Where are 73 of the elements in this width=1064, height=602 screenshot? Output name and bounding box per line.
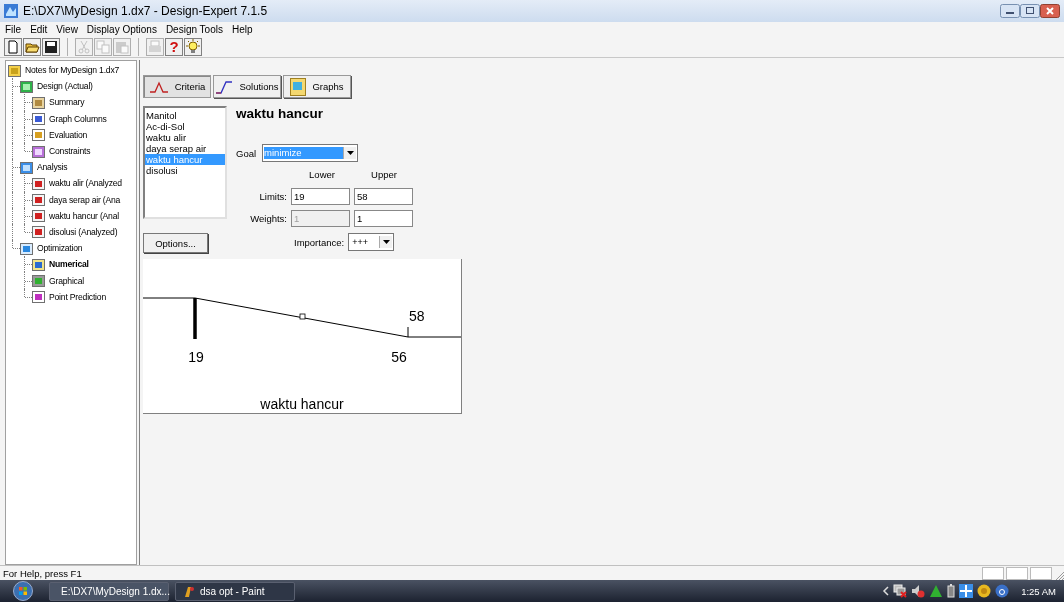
menu-item[interactable]: View xyxy=(56,23,78,35)
help-button[interactable]: ? xyxy=(165,37,183,56)
tab[interactable]: Criteria xyxy=(143,75,211,98)
weights-label: Weights: xyxy=(249,213,287,224)
tree-item[interactable]: Summary xyxy=(48,97,86,108)
importance-dropdown[interactable]: +++ xyxy=(348,233,395,251)
menu-item[interactable]: Help xyxy=(231,23,253,35)
tree-item[interactable]: Graph Columns xyxy=(48,113,108,124)
triangle-icon[interactable] xyxy=(929,584,944,598)
close-icon[interactable] xyxy=(1040,4,1060,18)
new-file-icon[interactable] xyxy=(4,37,22,56)
list-item[interactable]: Ac-di-Sol xyxy=(145,121,225,132)
input-field[interactable]: 1 xyxy=(354,210,413,227)
chevron-icon[interactable] xyxy=(882,586,890,596)
importance-label: Importance: xyxy=(294,236,345,248)
goal-label: Goal xyxy=(236,147,257,159)
list-item[interactable]: daya serap air xyxy=(145,143,225,154)
tree-item[interactable]: Point Prediction xyxy=(48,291,107,302)
column-heading: Upper xyxy=(370,169,398,182)
minimize-icon[interactable] xyxy=(1000,4,1020,18)
lightbulb-icon[interactable] xyxy=(184,37,202,56)
menu-item[interactable]: Edit xyxy=(30,23,48,35)
list-item[interactable]: Manitol xyxy=(145,110,225,121)
tree-item[interactable]: Constraints xyxy=(48,146,92,157)
step-curve-icon xyxy=(215,79,234,94)
circle-icon[interactable] xyxy=(995,584,1010,598)
upper-limit-label: 58 xyxy=(409,308,425,324)
network-icon[interactable] xyxy=(893,584,908,598)
graph-title: waktu hancur xyxy=(260,396,344,412)
clock: 1:25 AM xyxy=(1021,585,1056,597)
tree-item[interactable]: Numerical xyxy=(48,259,90,270)
maximize-icon[interactable] xyxy=(1020,4,1040,18)
taskbar-button[interactable]: dsa opt - Paint xyxy=(175,581,295,601)
menu-item[interactable]: Design Tools xyxy=(165,23,223,35)
open-folder-icon[interactable] xyxy=(23,37,41,56)
value-label: 56 xyxy=(391,349,407,365)
app-icon xyxy=(4,4,18,18)
dropdown-arrow-icon xyxy=(346,151,354,155)
taskbar-button[interactable]: E:\DX7\MyDesign 1.dx... xyxy=(49,581,169,601)
tree-item[interactable]: daya serap air (Ana xyxy=(48,194,122,205)
tree-item[interactable]: Graphical xyxy=(48,275,85,286)
limits-label: Limits: xyxy=(258,191,287,202)
list-item[interactable]: disolusi xyxy=(145,165,225,176)
tree-item[interactable]: Analysis xyxy=(36,162,69,173)
save-icon[interactable] xyxy=(42,37,60,56)
list-item[interactable]: waktu alir xyxy=(145,132,225,143)
peak-curve-icon xyxy=(148,80,169,93)
tree-item[interactable]: waktu alir (Analyzed xyxy=(48,178,123,189)
tab[interactable]: Graphs xyxy=(283,75,351,98)
tree-item[interactable]: Design (Actual) xyxy=(36,81,94,92)
menu-item[interactable]: File xyxy=(5,23,22,35)
dropdown-arrow-icon xyxy=(382,240,390,244)
tree-item[interactable]: Evaluation xyxy=(48,129,89,140)
tree-item[interactable]: Optimization xyxy=(36,243,84,254)
tree-item[interactable]: disolusi (Analyzed) xyxy=(48,226,119,237)
resize-grip-icon[interactable] xyxy=(1054,569,1064,580)
status-text: For Help, press F1 xyxy=(3,567,82,579)
options-button[interactable]: Options... xyxy=(143,233,208,253)
tree-item[interactable]: waktu hancur (Anal xyxy=(48,210,120,221)
response-heading: waktu hancur xyxy=(236,106,325,123)
lower-limit-label: 19 xyxy=(188,349,204,365)
battery-icon[interactable] xyxy=(947,584,956,598)
brush-icon xyxy=(182,584,195,598)
tab[interactable]: Solutions xyxy=(213,75,281,98)
window-title: E:\DX7\MyDesign 1.dx7 - Design-Expert 7.1.5 xyxy=(23,4,268,18)
graph-icon xyxy=(290,77,307,96)
tree-item[interactable]: Notes for MyDesign 1.dx7 xyxy=(24,65,121,76)
start-button[interactable] xyxy=(13,581,33,601)
input-field[interactable]: 19 xyxy=(291,188,350,205)
column-heading: Lower xyxy=(308,169,336,182)
input-field[interactable]: 58 xyxy=(354,188,413,205)
menu-item[interactable]: Display Options xyxy=(86,23,157,35)
volume-icon[interactable] xyxy=(911,584,926,598)
